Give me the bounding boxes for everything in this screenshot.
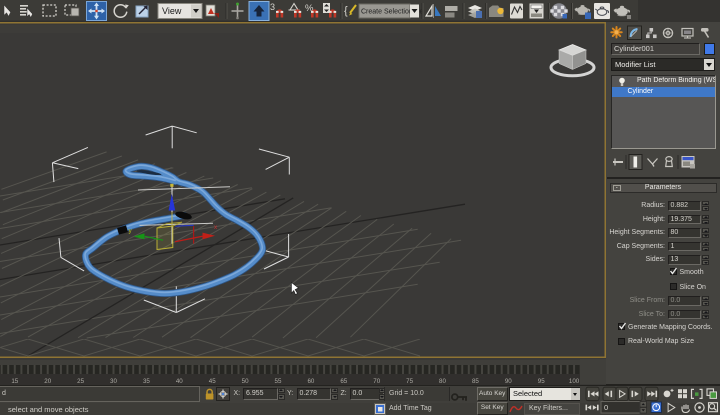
svg-text:75: 75	[406, 378, 413, 385]
svg-text:65: 65	[340, 378, 347, 385]
svg-text:90: 90	[505, 378, 512, 385]
svg-text:50: 50	[242, 378, 249, 385]
svg-text:60: 60	[307, 378, 314, 385]
svg-text:25: 25	[77, 378, 84, 385]
svg-text:30: 30	[110, 378, 117, 385]
svg-text:View: View	[162, 6, 182, 16]
svg-text:80: 80	[439, 378, 446, 385]
svg-text:40: 40	[176, 378, 183, 385]
svg-text:95: 95	[538, 378, 545, 385]
svg-text:45: 45	[209, 378, 216, 385]
svg-text:20: 20	[44, 378, 51, 385]
svg-text:55: 55	[275, 378, 282, 385]
svg-text:3: 3	[270, 2, 275, 12]
svg-text:0: 0	[604, 403, 608, 412]
svg-text:70: 70	[373, 378, 380, 385]
svg-text:85: 85	[472, 378, 479, 385]
svg-text:15: 15	[11, 378, 18, 385]
svg-text:35: 35	[143, 378, 150, 385]
svg-text:{: {	[344, 5, 348, 17]
svg-text:100: 100	[569, 378, 580, 385]
